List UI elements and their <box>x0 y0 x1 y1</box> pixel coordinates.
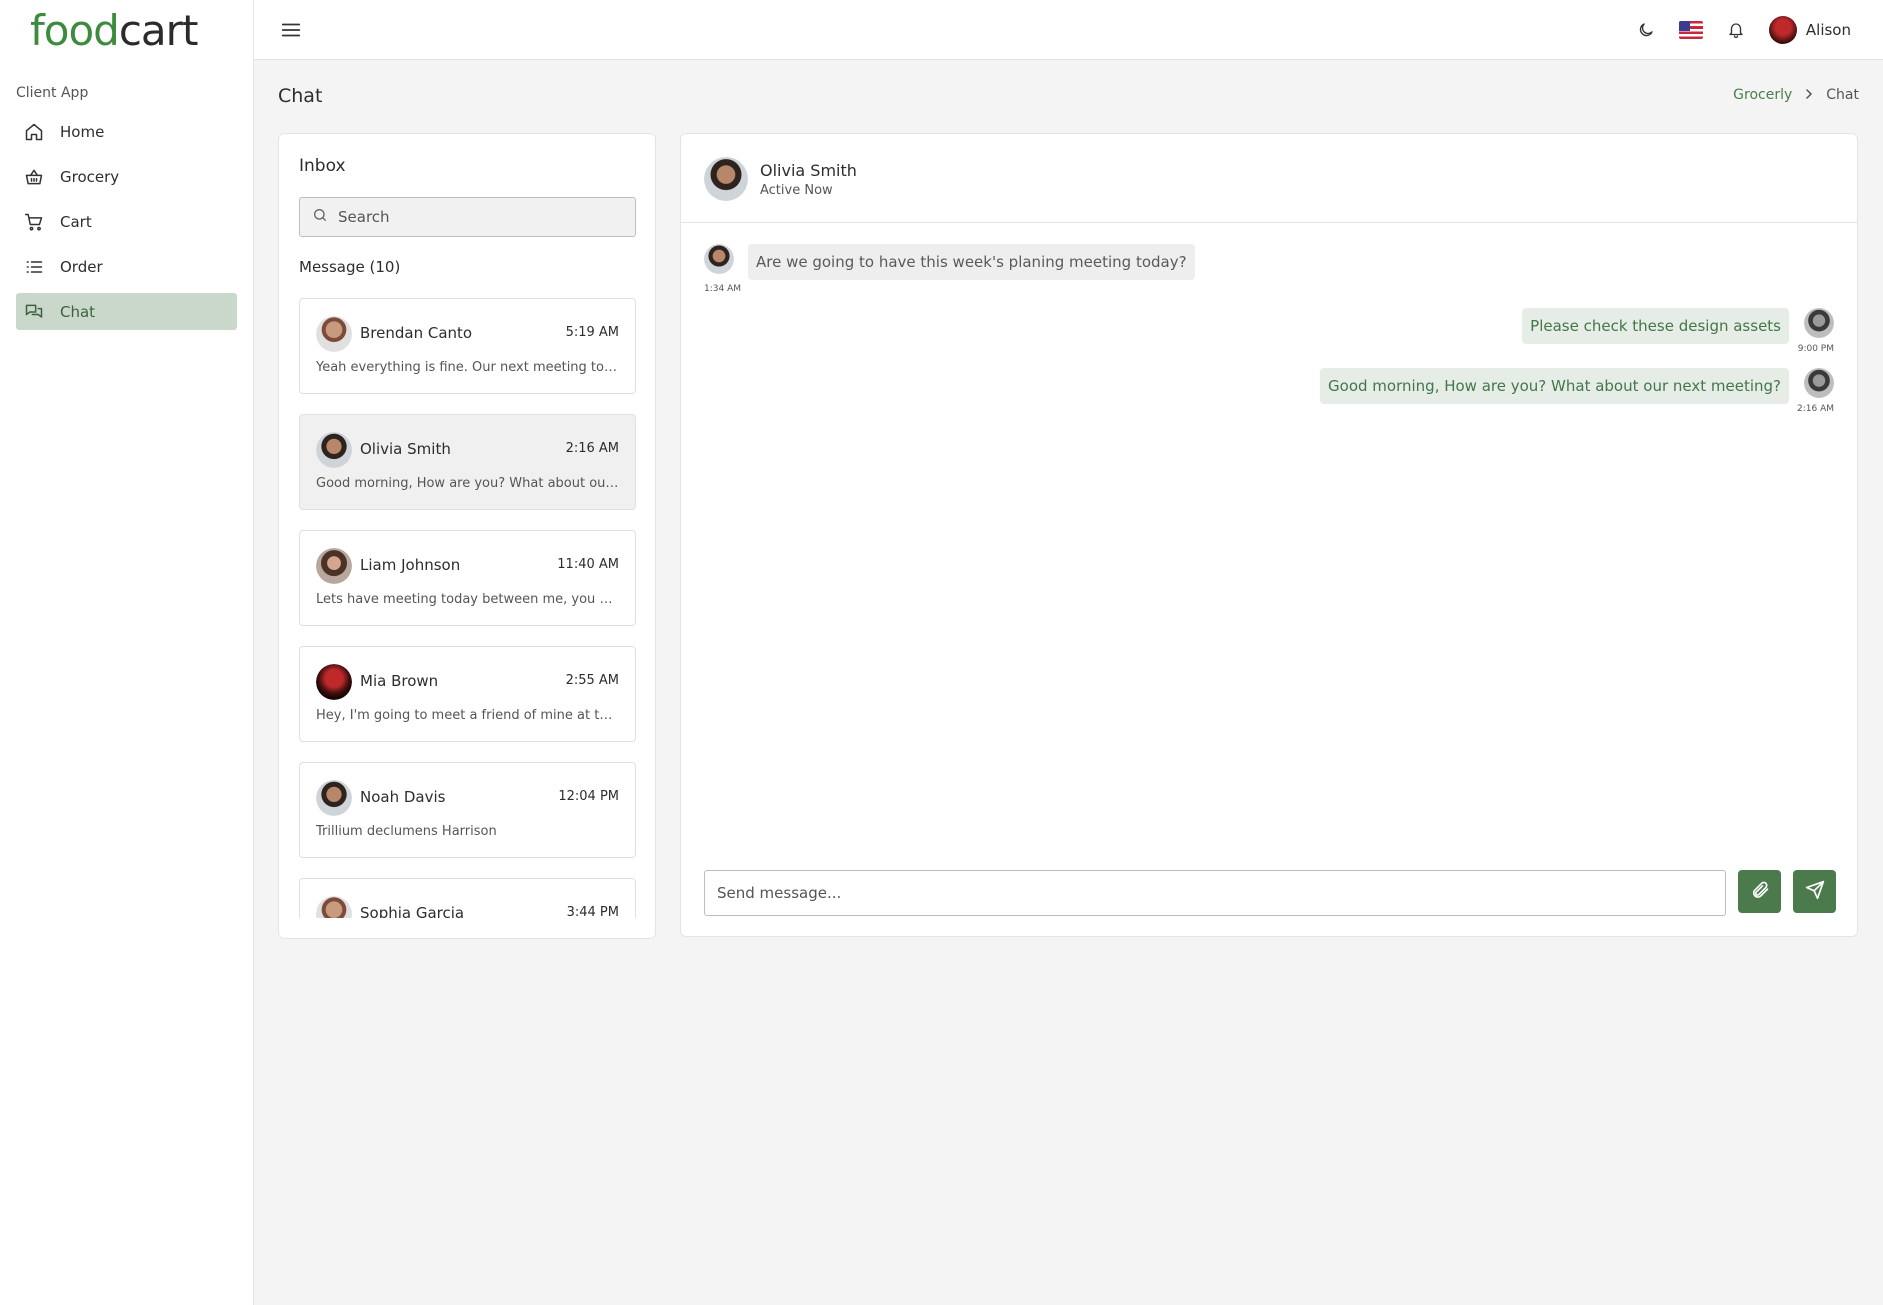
search-icon <box>312 207 328 227</box>
message-time: 9:00 PM <box>1797 344 1834 354</box>
send-icon <box>1805 880 1825 904</box>
list-icon <box>24 257 44 277</box>
message-outgoing: Please check these design assets <box>1522 308 1789 344</box>
attach-button[interactable] <box>1738 870 1781 913</box>
brand-logo[interactable]: food cart <box>0 0 253 60</box>
inbox-panel: Inbox Message (10) Brendan Canto 5:19 AM… <box>278 133 656 939</box>
sidebar-item-cart[interactable]: Cart <box>16 203 237 240</box>
message-outgoing: Good morning, How are you? What about ou… <box>1320 368 1789 404</box>
sidebar-item-chat[interactable]: Chat <box>16 293 237 330</box>
sidebar-section-label: Client App <box>16 85 89 101</box>
us-flag-icon[interactable] <box>1678 21 1703 39</box>
conversation-name: Noah Davis <box>360 788 446 806</box>
avatar <box>704 244 734 274</box>
conversation-time: 12:04 PM <box>558 789 619 804</box>
conversation-item[interactable]: Liam Johnson 11:40 AM Lets have meeting … <box>299 530 636 626</box>
avatar <box>1768 16 1797 44</box>
user-name: Alison <box>1805 21 1851 39</box>
conversation-name: Sophia Garcia <box>360 904 465 918</box>
conversation-time: 11:40 AM <box>557 557 619 572</box>
chat-panel: Olivia Smith Active Now Are we going to … <box>680 133 1858 937</box>
conversation-time: 3:44 PM <box>566 905 619 918</box>
sidebar-item-label: Grocery <box>60 167 120 186</box>
paperclip-icon <box>1750 880 1770 904</box>
avatar <box>316 548 352 584</box>
conversation-name: Olivia Smith <box>360 440 451 458</box>
search-input[interactable] <box>338 208 618 226</box>
sidebar-item-label: Cart <box>60 212 92 231</box>
conversation-name: Liam Johnson <box>360 556 461 574</box>
avatar <box>316 316 352 352</box>
sidebar-item-home[interactable]: Home <box>16 113 237 150</box>
cart-icon <box>24 212 44 232</box>
avatar <box>1804 308 1834 338</box>
chat-header: Olivia Smith Active Now <box>681 134 1857 223</box>
conversation-preview: Hey, I'm going to meet a friend of mine … <box>316 708 619 723</box>
conversation-item[interactable]: Olivia Smith 2:16 AM Good morning, How a… <box>299 414 636 510</box>
conversation-preview: Good morning, How are you? What about ou… <box>316 476 619 491</box>
inbox-title: Inbox <box>299 156 346 176</box>
message-count: Message (10) <box>299 258 401 276</box>
conversation-item[interactable]: Noah Davis 12:04 PM Trillium declumens H… <box>299 762 636 858</box>
avatar <box>316 432 352 468</box>
conversation-item[interactable]: Brendan Canto 5:19 AM Yeah everything is… <box>299 298 636 394</box>
sidebar-item-order[interactable]: Order <box>16 248 237 285</box>
conversation-preview: Yeah everything is fine. Our next meetin… <box>316 360 619 375</box>
conversation-preview: Lets have meeting today between me, you … <box>316 592 619 607</box>
message-time: 2:16 AM <box>1797 404 1834 414</box>
sidebar-item-grocery[interactable]: Grocery <box>16 158 237 195</box>
topbar: Alison <box>254 0 1883 60</box>
avatar <box>704 157 748 201</box>
chevron-right-icon <box>1804 87 1814 103</box>
conversation-name: Mia Brown <box>360 672 439 690</box>
message-composer[interactable] <box>704 870 1726 916</box>
avatar <box>1804 368 1834 398</box>
page-title: Chat <box>278 85 323 107</box>
message-incoming: Are we going to have this week's planing… <box>748 244 1195 280</box>
chat-contact-status: Active Now <box>760 183 833 198</box>
avatar <box>316 780 352 816</box>
home-icon <box>24 122 44 142</box>
conversation-time: 2:55 AM <box>565 673 619 688</box>
basket-icon <box>24 167 44 187</box>
chat-icon <box>24 302 44 322</box>
conversation-list: Brendan Canto 5:19 AM Yeah everything is… <box>299 298 636 918</box>
breadcrumb: Grocerly Chat <box>1733 87 1859 103</box>
bell-icon[interactable] <box>1725 19 1747 41</box>
avatar <box>316 896 352 918</box>
sidebar-item-label: Order <box>60 257 103 276</box>
moon-icon[interactable] <box>1635 19 1657 41</box>
sidebar-item-label: Home <box>60 122 105 141</box>
conversation-name: Brendan Canto <box>360 324 473 342</box>
sidebar: food cart Client App Home Grocery Cart Or… <box>0 0 254 1305</box>
message-input[interactable] <box>717 884 1707 902</box>
conversation-time: 2:16 AM <box>565 441 619 456</box>
conversation-item[interactable]: Mia Brown 2:55 AM Hey, I'm going to meet… <box>299 646 636 742</box>
breadcrumb-parent[interactable]: Grocerly <box>1733 87 1792 103</box>
conversation-time: 5:19 AM <box>565 325 619 340</box>
message-time: 1:34 AM <box>704 284 741 294</box>
topbar-actions: Alison <box>1613 14 1851 46</box>
chat-contact-name: Olivia Smith <box>760 161 857 180</box>
user-menu[interactable]: Alison <box>1768 16 1851 44</box>
avatar <box>316 664 352 700</box>
hamburger-icon[interactable] <box>280 19 302 41</box>
sidebar-nav: Home Grocery Cart Order Chat <box>0 113 253 330</box>
brand-logo-cart: cart <box>118 5 199 55</box>
brand-logo-food: food <box>30 5 120 55</box>
search-box[interactable] <box>299 197 636 237</box>
breadcrumb-current: Chat <box>1826 87 1859 103</box>
conversation-item[interactable]: Sophia Garcia 3:44 PM <box>299 878 636 918</box>
sidebar-item-label: Chat <box>60 302 96 321</box>
conversation-preview: Trillium declumens Harrison <box>316 824 497 839</box>
send-button[interactable] <box>1793 870 1836 913</box>
